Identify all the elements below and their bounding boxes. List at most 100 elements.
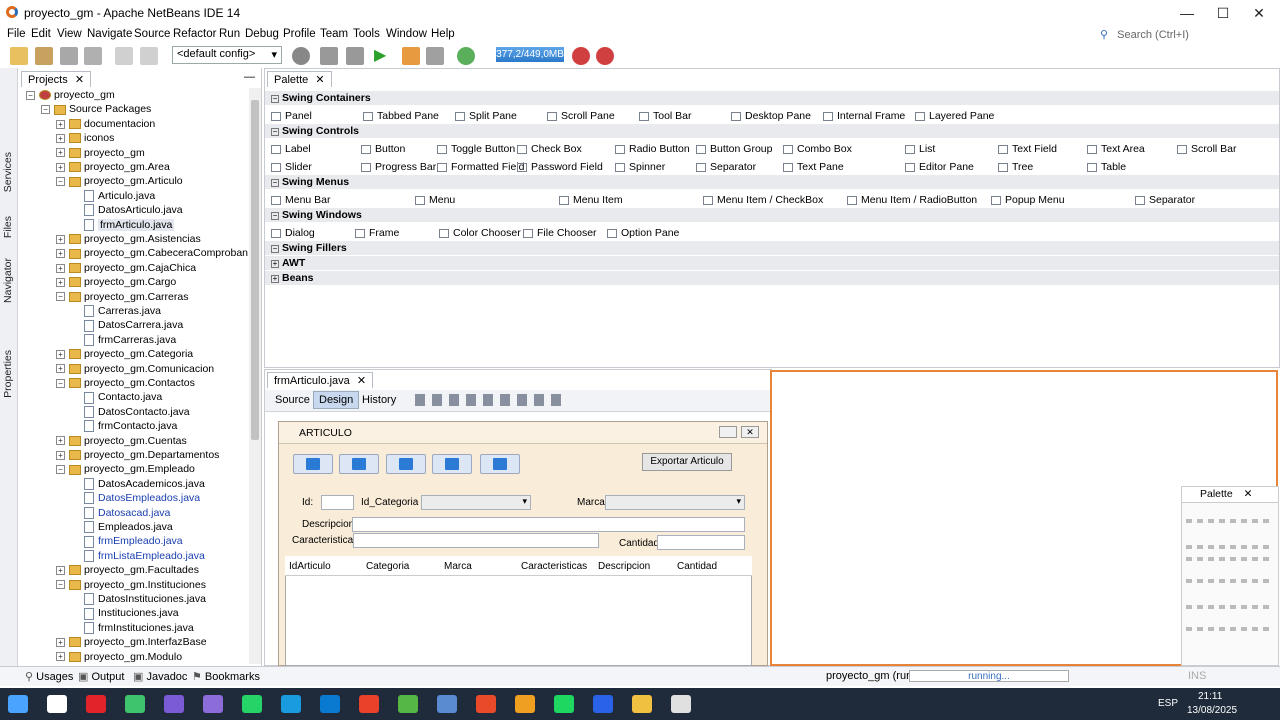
tree-node[interactable]: − proyecto_gm.Carreras xyxy=(56,290,188,304)
build-hammer-icon[interactable] xyxy=(320,47,338,65)
col-idarticulo[interactable]: IdArticulo xyxy=(289,561,331,572)
profile-icon[interactable] xyxy=(426,47,444,65)
taskbar-app-icon[interactable] xyxy=(125,695,145,713)
expand-icon[interactable]: + xyxy=(56,234,65,244)
palette-item[interactable]: Frame xyxy=(355,227,399,239)
menu-refactor[interactable]: Refactor xyxy=(173,28,216,40)
expand-icon[interactable]: + xyxy=(56,162,65,172)
caracteristicas-field[interactable] xyxy=(353,533,599,548)
palette-item[interactable]: Tabbed Pane xyxy=(363,110,439,122)
palette-category-bar[interactable] xyxy=(265,208,1279,222)
palette-item[interactable]: Desktop Pane xyxy=(731,110,811,122)
menu-file[interactable]: File xyxy=(7,28,26,40)
close-icon[interactable]: ✕ xyxy=(1244,488,1253,500)
collapse-icon[interactable]: − xyxy=(26,90,35,100)
tree-node[interactable]: DatosEmpleados.java xyxy=(71,491,200,505)
side-tab-properties[interactable]: Properties xyxy=(2,350,14,398)
collapse-icon[interactable]: − xyxy=(271,245,279,253)
palette-item[interactable]: Spinner xyxy=(615,161,665,173)
tree-node[interactable]: Datosacad.java xyxy=(71,506,170,520)
tree-node[interactable]: − proyecto_gm.Contactos xyxy=(56,376,195,390)
side-tab-files[interactable]: Files xyxy=(2,216,14,238)
palette-category[interactable]: + Beans xyxy=(271,272,314,284)
expand-icon[interactable]: + xyxy=(56,637,65,647)
menu-view[interactable]: View xyxy=(57,28,82,40)
view-source[interactable]: Source xyxy=(275,394,310,406)
side-tab-services[interactable]: Services xyxy=(2,152,14,192)
taskbar-app-icon[interactable] xyxy=(47,695,67,713)
menu-source[interactable]: Source xyxy=(134,28,170,40)
menu-edit[interactable]: Edit xyxy=(31,28,51,40)
menu-profile[interactable]: Profile xyxy=(283,28,316,40)
palette-item[interactable]: Password Field xyxy=(517,161,603,173)
palette-item[interactable]: Option Pane xyxy=(607,227,679,239)
edit-button[interactable] xyxy=(339,454,379,474)
palette-category[interactable]: − Swing Fillers xyxy=(271,242,347,254)
tab-palette[interactable]: Palette ✕ xyxy=(267,71,332,87)
expand-icon[interactable]: + xyxy=(56,148,65,158)
marca-select[interactable]: ▾ xyxy=(605,495,745,510)
close-icon[interactable]: ✕ xyxy=(357,375,366,387)
clean-build-icon[interactable] xyxy=(346,47,364,65)
status-tab-usages[interactable]: ⚲ Usages xyxy=(25,670,73,683)
tree-node[interactable]: + proyecto_gm.CabeceraComprobante xyxy=(56,246,248,260)
menu-team[interactable]: Team xyxy=(320,28,348,40)
run-icon[interactable]: ▶ xyxy=(374,47,392,65)
redo-icon[interactable] xyxy=(140,47,158,65)
taskbar-app-icon[interactable] xyxy=(554,695,574,713)
palette-category[interactable]: − Swing Menus xyxy=(271,176,349,188)
taskbar-app-icon[interactable] xyxy=(476,695,496,713)
tree-node[interactable]: Empleados.java xyxy=(71,520,173,534)
palette-item[interactable]: Scroll Bar xyxy=(1177,143,1237,155)
tree-node[interactable]: Contacto.java xyxy=(71,390,162,404)
palette-item[interactable]: Split Pane xyxy=(455,110,517,122)
palette-item[interactable]: Progress Bar xyxy=(361,161,436,173)
taskbar-app-icon[interactable] xyxy=(632,695,652,713)
close-icon[interactable]: ✕ xyxy=(315,74,324,86)
palette-item[interactable]: Menu Bar xyxy=(271,194,331,206)
test-icon[interactable] xyxy=(457,47,475,65)
cantidad-field[interactable] xyxy=(657,535,745,550)
expand-icon[interactable]: + xyxy=(271,260,279,268)
form-close-icon[interactable]: ✕ xyxy=(741,426,759,438)
search-box[interactable]: ⚲ Search (Ctrl+I) xyxy=(1100,28,1270,42)
tree-node[interactable]: + proyecto_gm.Comunicacion xyxy=(56,362,214,376)
palette-item[interactable]: Tree xyxy=(998,161,1033,173)
tree-node[interactable]: Instituciones.java xyxy=(71,606,179,620)
palette-item[interactable]: Layered Pane xyxy=(915,110,994,122)
tree-node[interactable]: − Source Packages xyxy=(41,102,151,116)
tree-node[interactable]: + proyecto_gm.Cuentas xyxy=(56,434,187,448)
collapse-icon[interactable]: − xyxy=(41,105,50,115)
collapse-icon[interactable]: − xyxy=(271,212,279,220)
col-descripcion[interactable]: Descripcion xyxy=(598,561,650,572)
debug-icon[interactable] xyxy=(402,47,420,65)
col-cantidad[interactable]: Cantidad xyxy=(677,561,717,572)
expand-icon[interactable]: + xyxy=(56,436,65,446)
tree-node[interactable]: + proyecto_gm.Cargo xyxy=(56,275,176,289)
tree-node[interactable]: frmContacto.java xyxy=(71,419,177,433)
tree-node[interactable]: Carreras.java xyxy=(71,304,161,318)
palette-item[interactable]: Label xyxy=(271,143,311,155)
expand-icon[interactable]: + xyxy=(56,277,65,287)
taskbar-app-icon[interactable] xyxy=(164,695,184,713)
palette-item[interactable]: Check Box xyxy=(517,143,582,155)
palette-item[interactable]: Text Area xyxy=(1087,143,1145,155)
expand-icon[interactable]: + xyxy=(56,565,65,575)
col-marca[interactable]: Marca xyxy=(444,561,472,572)
palette-item[interactable]: Combo Box xyxy=(783,143,852,155)
tree-node[interactable]: DatosInstituciones.java xyxy=(71,592,206,606)
expand-icon[interactable]: + xyxy=(56,119,65,129)
tree-node[interactable]: frmArticulo.java xyxy=(71,218,175,232)
tree-node[interactable]: + proyecto_gm.Facultades xyxy=(56,563,199,577)
menu-help[interactable]: Help xyxy=(431,28,455,40)
col-categoria[interactable]: Categoria xyxy=(366,561,409,572)
menu-window[interactable]: Window xyxy=(386,28,427,40)
palette-item[interactable]: Panel xyxy=(271,110,312,122)
delete-button[interactable] xyxy=(386,454,426,474)
palette-item[interactable]: Scroll Pane xyxy=(547,110,615,122)
expand-icon[interactable]: + xyxy=(56,263,65,273)
palette-category-bar[interactable] xyxy=(265,256,1279,270)
taskbar-app-icon[interactable] xyxy=(359,695,379,713)
palette-item[interactable]: Text Pane xyxy=(783,161,844,173)
collapse-icon[interactable]: − xyxy=(56,378,65,388)
